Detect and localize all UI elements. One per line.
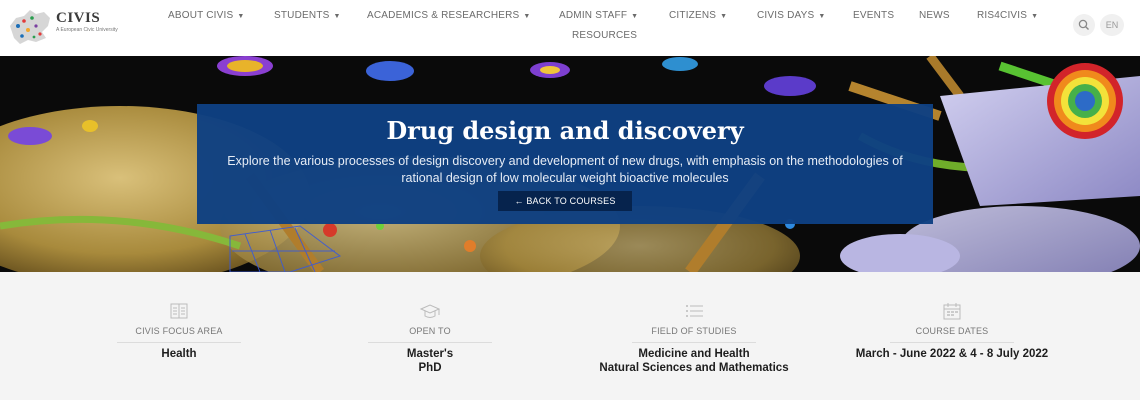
chevron-down-icon: ▼ bbox=[1031, 13, 1039, 20]
nav-label: ADMIN STAFF bbox=[559, 10, 628, 21]
nav-item-resources[interactable]: RESOURCES bbox=[572, 30, 637, 41]
nav-item-events[interactable]: EVENTS bbox=[853, 10, 894, 21]
info-value: March - June 2022 & 4 - 8 July 2022 bbox=[832, 347, 1072, 361]
logo-name: CIVIS bbox=[56, 10, 101, 26]
search-icon bbox=[1078, 19, 1089, 30]
hero-banner: Drug design and discovery Explore the va… bbox=[0, 56, 1140, 272]
europe-map-logo-icon bbox=[10, 10, 50, 44]
logo-tagline: A European Civic University bbox=[56, 27, 118, 33]
chevron-down-icon: ▼ bbox=[818, 13, 826, 20]
calendar-icon bbox=[943, 303, 961, 320]
divider bbox=[117, 342, 241, 343]
civis-logo[interactable]: CIVIS A European Civic University bbox=[6, 4, 146, 50]
nav-label: NEWS bbox=[919, 10, 950, 21]
nav-item-civis-days[interactable]: CIVIS DAYS ▼ bbox=[757, 10, 826, 21]
info-value: Master's PhD bbox=[310, 347, 550, 375]
focus-area-icon bbox=[170, 303, 188, 319]
divider bbox=[368, 342, 492, 343]
hero-text-panel: Drug design and discovery Explore the va… bbox=[197, 104, 933, 224]
site-header: CIVIS A European Civic University ABOUT … bbox=[0, 0, 1140, 56]
divider bbox=[632, 342, 756, 343]
nav-item-students[interactable]: STUDENTS ▼ bbox=[274, 10, 341, 21]
course-info-section: CIVIS FOCUS AREA Health OPEN TO Master's… bbox=[0, 272, 1140, 400]
nav-label: EVENTS bbox=[853, 10, 895, 21]
info-label: CIVIS FOCUS AREA bbox=[135, 326, 223, 336]
info-value-line: PhD bbox=[418, 362, 442, 374]
nav-item-about-civis[interactable]: ABOUT CIVIS ▼ bbox=[168, 10, 245, 21]
nav-label: CIVIS DAYS bbox=[757, 10, 815, 21]
divider bbox=[890, 342, 1014, 343]
language-switcher[interactable]: EN bbox=[1100, 14, 1124, 36]
info-value-line: Medicine and Health bbox=[638, 348, 750, 360]
chevron-down-icon: ▼ bbox=[631, 13, 639, 20]
info-value: Health bbox=[59, 347, 299, 361]
nav-item-news[interactable]: NEWS bbox=[919, 10, 950, 21]
nav-item-ris4civis[interactable]: RIS4CIVIS ▼ bbox=[977, 10, 1038, 21]
nav-item-admin-staff[interactable]: ADMIN STAFF ▼ bbox=[559, 10, 638, 21]
graduation-cap-icon bbox=[419, 304, 441, 318]
list-icon bbox=[686, 305, 703, 317]
info-value-line: Health bbox=[161, 348, 197, 360]
nav-label: ACADEMICS & RESEARCHERS bbox=[367, 10, 520, 21]
search-button[interactable] bbox=[1073, 14, 1095, 36]
course-description: Explore the various processes of design … bbox=[227, 154, 903, 185]
nav-label: RIS4CIVIS bbox=[977, 10, 1028, 21]
nav-label: CITIZENS bbox=[669, 10, 717, 21]
info-label: OPEN TO bbox=[409, 326, 451, 336]
nav-label: RESOURCES bbox=[572, 30, 638, 41]
info-label: FIELD OF STUDIES bbox=[651, 326, 737, 336]
nav-label: ABOUT CIVIS bbox=[168, 10, 234, 21]
chevron-down-icon: ▼ bbox=[333, 13, 341, 20]
back-to-courses-button[interactable]: ← BACK TO COURSES bbox=[498, 191, 632, 211]
chevron-down-icon: ▼ bbox=[523, 13, 531, 20]
info-value-line: Master's bbox=[406, 348, 454, 360]
nav-item-citizens[interactable]: CITIZENS ▼ bbox=[669, 10, 727, 21]
chevron-down-icon: ▼ bbox=[720, 13, 728, 20]
info-value-line: March - June 2022 & 4 - 8 July 2022 bbox=[855, 348, 1049, 360]
nav-label: STUDENTS bbox=[274, 10, 330, 21]
nav-item-academics-researchers[interactable]: ACADEMICS & RESEARCHERS ▼ bbox=[367, 10, 531, 21]
chevron-down-icon: ▼ bbox=[237, 13, 245, 20]
info-value-line: Natural Sciences and Mathematics bbox=[599, 362, 789, 374]
info-label: COURSE DATES bbox=[915, 326, 989, 336]
main-nav: ABOUT CIVIS ▼ STUDENTS ▼ ACADEMICS & RESEA… bbox=[160, 0, 1060, 56]
info-value: Medicine and Health Natural Sciences and… bbox=[574, 347, 814, 375]
course-title: Drug design and discovery bbox=[386, 116, 744, 145]
